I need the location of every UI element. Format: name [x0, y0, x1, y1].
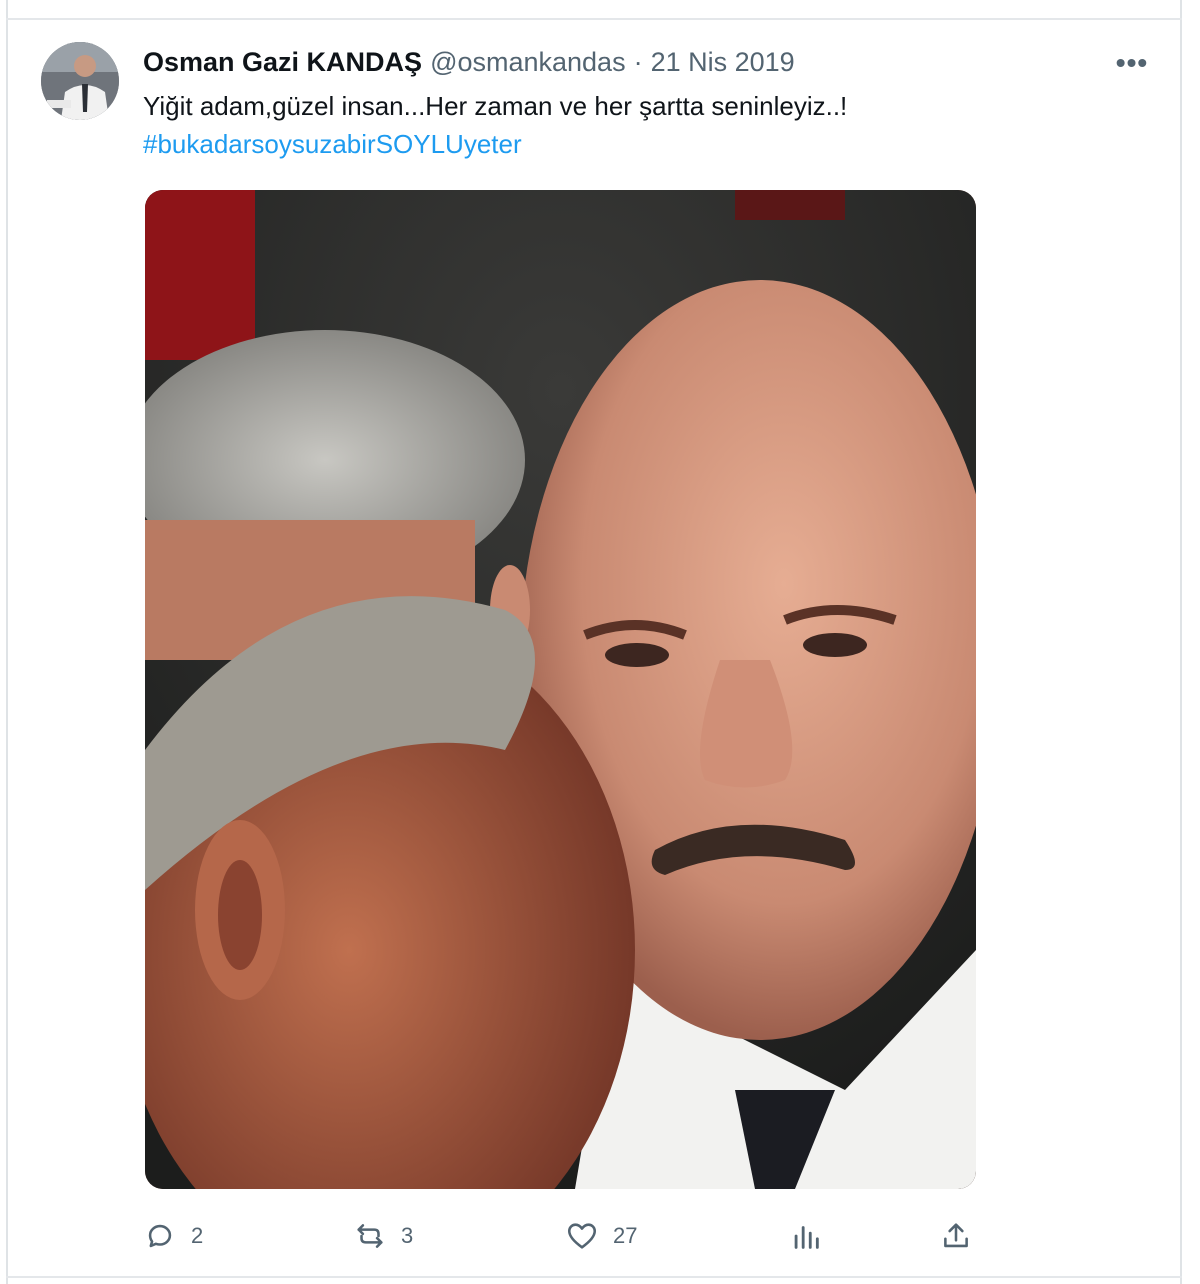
like-button[interactable]: 27: [565, 1214, 637, 1258]
tweet-card: Osman Gazi KANDAŞ @osmankandas · 21 Nis …: [0, 0, 1200, 1284]
share-icon: [944, 1223, 968, 1248]
action-bar: 2 3 27: [143, 1214, 983, 1258]
tweet-header: Osman Gazi KANDAŞ @osmankandas · 21 Nis …: [143, 44, 795, 80]
tweet-date[interactable]: 21 Nis 2019: [651, 47, 795, 78]
retweet-icon: [357, 1224, 383, 1248]
left-border: [6, 0, 8, 1284]
retweet-count: 3: [401, 1223, 414, 1248]
share-button[interactable]: [939, 1214, 973, 1258]
bottom-divider: [6, 1276, 1182, 1278]
author-avatar[interactable]: [41, 42, 119, 120]
right-border: [1180, 0, 1182, 1284]
reply-button[interactable]: 2: [143, 1214, 203, 1258]
like-count: 27: [613, 1223, 638, 1248]
reply-icon: [148, 1224, 172, 1248]
views-button[interactable]: [789, 1214, 823, 1258]
photo-illustration: [145, 190, 976, 1189]
retweet-button[interactable]: 3: [353, 1214, 413, 1258]
author-name[interactable]: Osman Gazi KANDAŞ: [143, 47, 422, 78]
hashtag-link[interactable]: #bukadarsoysuzabirSOYLUyeter: [143, 126, 522, 162]
heart-icon: [567, 1223, 597, 1249]
views-icon: [794, 1226, 819, 1249]
author-handle[interactable]: @osmankandas: [430, 47, 626, 78]
more-icon[interactable]: •••: [1112, 47, 1152, 78]
reply-count: 2: [191, 1223, 204, 1248]
tweet-text: Yiğit adam,güzel insan...Her zaman ve he…: [143, 91, 848, 121]
meta-separator: ·: [633, 46, 643, 77]
tweet-photo[interactable]: [145, 190, 976, 1189]
top-divider: [6, 18, 1182, 20]
